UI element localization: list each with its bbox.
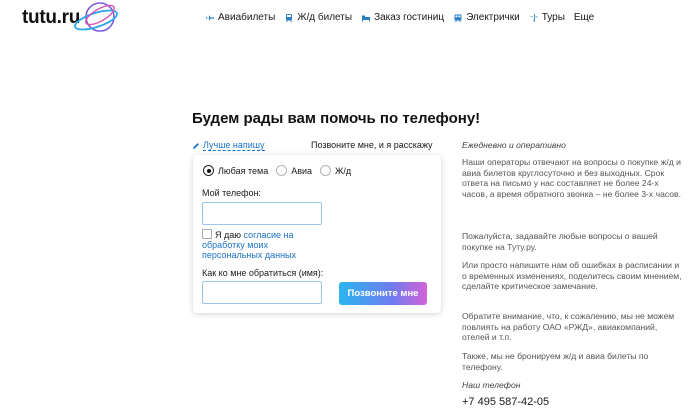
phone-heading: Наш телефон (462, 380, 521, 390)
nav-item-more[interactable]: Еще (574, 12, 594, 23)
support-phone[interactable]: +7 495 587-42-05 (462, 397, 684, 408)
info-paragraph: Также, мы не бронируем ж/д и авиа билеты… (462, 351, 649, 372)
radio-label: Авиа (291, 165, 313, 176)
page-title: Будем рады вам помочь по телефону! (192, 110, 481, 127)
radio-dot (320, 165, 332, 176)
nav-item-suburban[interactable]: Электрички (453, 12, 520, 23)
info-paragraph: Или просто напишите нам об ошибках в рас… (462, 260, 682, 292)
info-paragraph: Пожалуйста, задавайте любые вопросы о ва… (462, 231, 658, 252)
consent-block: Я даю согласие на обработку моих персона… (202, 229, 312, 260)
radio-label: Любая тема (218, 165, 269, 176)
train-icon (284, 13, 294, 23)
info-heading: Ежедневно и оперативно (462, 140, 566, 150)
nav-item-avia[interactable]: Авиабилеты (205, 12, 275, 23)
info-paragraph: Обратите внимание, что, к сожалению, мы … (462, 311, 675, 343)
nav-item-hotels[interactable]: Заказ гостиниц (361, 12, 444, 23)
topic-radio-rail[interactable]: Ж/д (320, 165, 351, 176)
tab-call[interactable]: Позвоните мне, и я расскажу (311, 140, 433, 150)
tab-write-label: Лучше напишу (203, 140, 265, 151)
nav-item-label: Туры (541, 12, 565, 23)
logo-globe-icon (74, 2, 118, 32)
radio-label: Ж/д (335, 165, 352, 176)
nav-item-label: Заказ гостиниц (374, 12, 445, 23)
tab-write[interactable]: Лучше напишу (192, 140, 265, 151)
consent-prefix: Я даю (215, 230, 242, 240)
nav-item-label: Авиабилеты (218, 12, 276, 23)
pencil-icon (192, 142, 200, 150)
callback-form: Любая тема Авиа Ж/д Мой телефон: Я даю с… (193, 155, 441, 313)
info-paragraph: Наши операторы отвечают на вопросы о пок… (462, 157, 681, 199)
topic-radio-group: Любая тема Авиа Ж/д (203, 165, 359, 176)
suburban-train-icon (453, 13, 463, 23)
name-label: Как ко мне обратиться (имя): (202, 268, 324, 278)
name-input[interactable] (202, 281, 322, 304)
bed-icon (361, 13, 371, 23)
nav-item-label: Еще (573, 12, 595, 23)
nav-item-label: Ж/д билеты (297, 12, 353, 23)
site-header: tutu.ru Авиабилеты Ж/д билеты Заказ гост… (0, 0, 700, 38)
main-nav: Авиабилеты Ж/д билеты Заказ гостиниц Эле… (205, 12, 603, 23)
topic-radio-any[interactable]: Любая тема (203, 165, 268, 176)
phone-label: Мой телефон: (202, 188, 261, 198)
phone-input[interactable] (202, 202, 322, 225)
call-me-button[interactable]: Позвоните мне (339, 282, 427, 305)
radio-dot (276, 165, 288, 176)
radio-dot (203, 165, 214, 176)
plane-icon (205, 13, 215, 23)
nav-item-train[interactable]: Ж/д билеты (284, 12, 352, 23)
consent-checkbox[interactable] (202, 229, 212, 239)
palm-icon (529, 13, 539, 23)
topic-radio-avia[interactable]: Авиа (276, 165, 312, 176)
nav-item-label: Электрички (466, 12, 520, 23)
nav-item-tours[interactable]: Туры (529, 12, 565, 23)
